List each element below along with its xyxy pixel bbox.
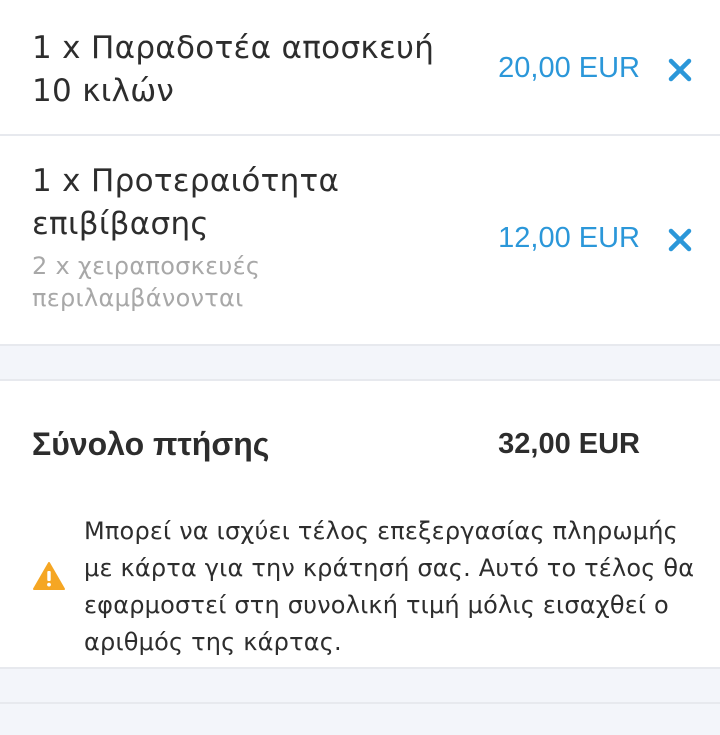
flight-total-card: Σύνολο πτήσης 32,00 EUR Μπορεί να ισχύει…	[0, 379, 720, 669]
item-title: 1 x Προτεραιότητα επιβίβασης	[32, 163, 340, 242]
remove-item-button[interactable]	[666, 226, 694, 254]
item-price: 20,00 EUR	[498, 52, 640, 84]
card-fee-warning: Μπορεί να ισχύει τέλος επεξεργασίας πληρ…	[84, 517, 695, 656]
total-label: Σύνολο πτήσης	[32, 426, 270, 462]
close-icon	[668, 58, 692, 82]
close-icon	[668, 228, 692, 252]
section-gap	[0, 346, 720, 379]
warning-icon	[33, 562, 65, 590]
list-item: 1 x Παραδοτέα αποσκευή 10 κιλών 20,00 EU…	[0, 0, 720, 136]
item-title: 1 x Παραδοτέα αποσκευή 10 κιλών	[32, 30, 435, 109]
item-note: 2 x χειραποσκευές περιλαμβάνονται	[32, 252, 261, 312]
total-value: 32,00 EUR	[498, 428, 640, 460]
remove-item-button[interactable]	[666, 56, 694, 84]
extras-list: 1 x Παραδοτέα αποσκευή 10 κιλών 20,00 EU…	[0, 0, 720, 346]
list-item: 1 x Προτεραιότητα επιβίβασης 2 x χειραπο…	[0, 136, 720, 344]
item-price: 12,00 EUR	[498, 222, 640, 254]
section-gap	[0, 669, 720, 704]
